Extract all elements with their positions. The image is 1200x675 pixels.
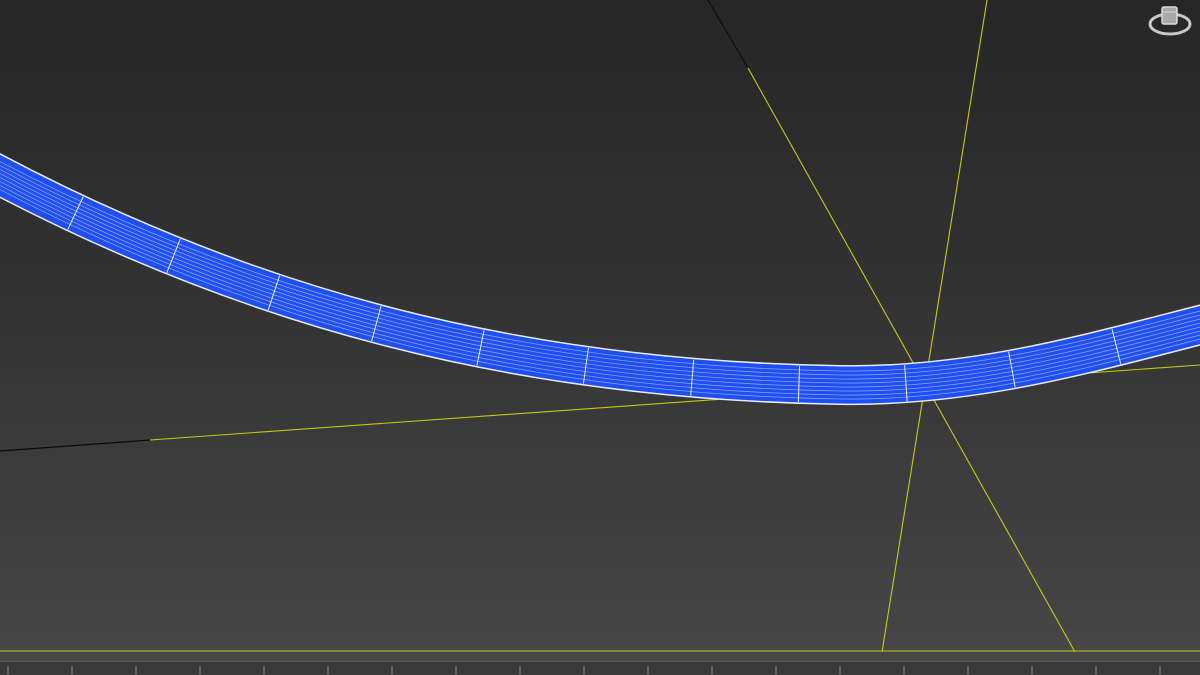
black-axis-line-2 <box>0 439 151 452</box>
yellow-axis-line-b <box>881 0 988 653</box>
black-axis-line-1 <box>707 0 749 69</box>
3d-viewport[interactable] <box>0 0 1200 675</box>
viewport-scene[interactable] <box>0 0 1200 675</box>
tube-object[interactable] <box>0 151 1200 402</box>
timeline-ticks <box>7 666 1161 674</box>
timeline-strip[interactable] <box>0 661 1200 675</box>
viewcube-icon[interactable] <box>1140 0 1200 45</box>
